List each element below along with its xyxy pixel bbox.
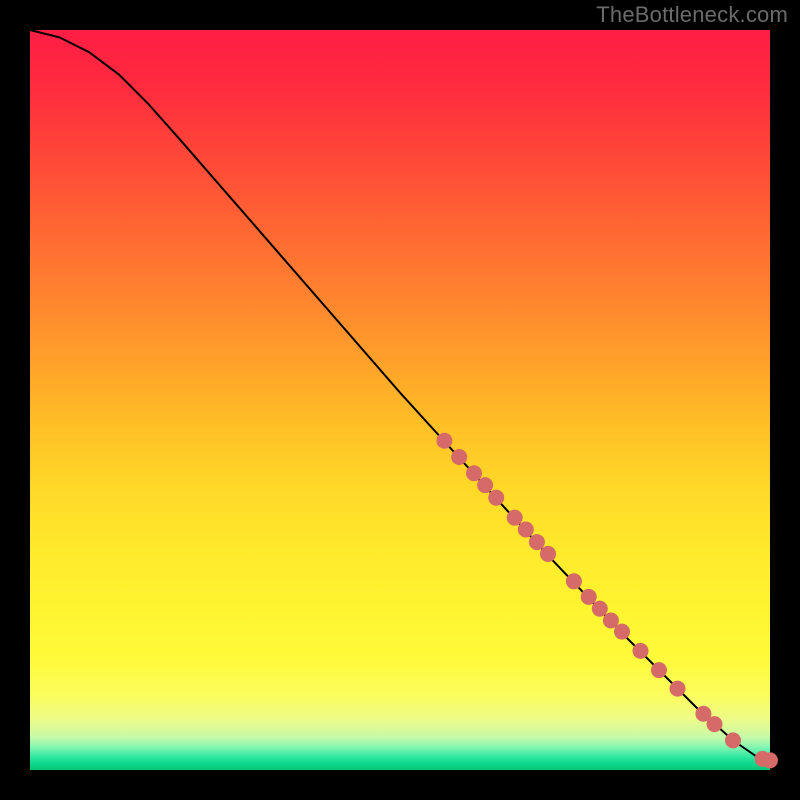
bottleneck-curve [30,30,770,763]
data-marker [466,465,482,481]
data-marker [633,643,649,659]
watermark-text: TheBottleneck.com [596,2,788,28]
data-marker [592,601,608,617]
data-marker [651,662,667,678]
data-marker [762,752,778,768]
data-marker [581,589,597,605]
data-marker [436,433,452,449]
data-marker [518,522,534,538]
data-marker [529,534,545,550]
data-marker [566,573,582,589]
data-marker [477,477,493,493]
data-marker [707,716,723,732]
data-markers-group [436,433,778,769]
data-marker [614,624,630,640]
data-marker [670,681,686,697]
plot-svg [30,30,770,770]
data-marker [725,732,741,748]
data-marker [507,510,523,526]
data-marker [451,449,467,465]
data-marker [540,546,556,562]
data-marker [488,490,504,506]
chart-container: TheBottleneck.com [0,0,800,800]
